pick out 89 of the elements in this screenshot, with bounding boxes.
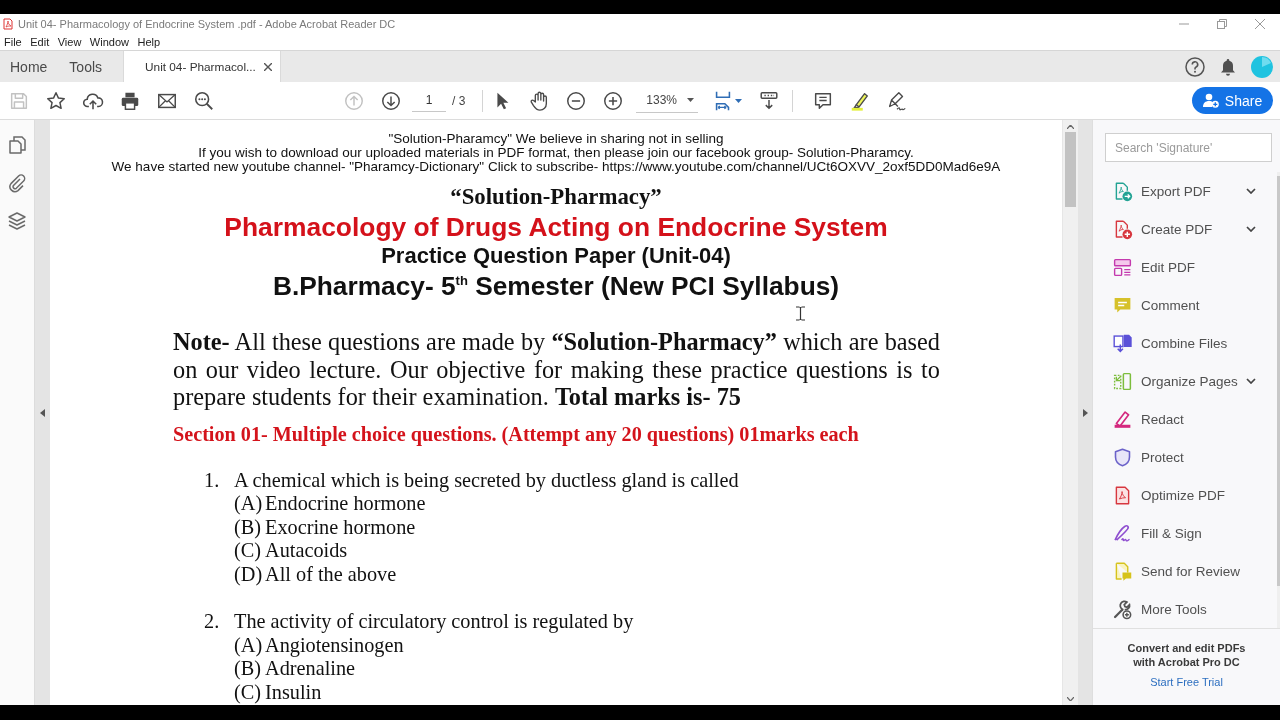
note-paragraph: Note- All these questions are made by “Solution-Pharmacy” which are based on our video lecture. Our objective for making these practice questions is to prepare students for their examination. Total marks is- 75: [173, 328, 940, 411]
option-letter: (B): [234, 657, 263, 681]
option-text: Adrenaline: [265, 657, 356, 681]
scroll-down-icon[interactable]: [1067, 697, 1074, 701]
search-icon[interactable]: [192, 89, 215, 112]
pdf-file-icon: [3, 18, 13, 30]
option-text: Exocrine hormone: [265, 515, 416, 539]
bell-icon[interactable]: [1219, 56, 1237, 77]
question-number: 1.: [204, 468, 221, 492]
chevron-down-icon[interactable]: [1245, 378, 1256, 384]
text-cursor-icon: [795, 306, 806, 321]
star-icon[interactable]: [44, 89, 67, 112]
arrow-down-circle-icon[interactable]: [379, 89, 402, 112]
menu-item[interactable]: Help: [137, 36, 161, 48]
option-letter: (A): [234, 492, 264, 516]
tool-item[interactable]: Comment: [1093, 286, 1277, 324]
collapse-left-icon[interactable]: [40, 408, 45, 417]
caret-icon[interactable]: [735, 98, 743, 103]
wrench-plus-icon: [1112, 598, 1133, 620]
restore-icon[interactable]: [1217, 19, 1227, 29]
scroll-mode-icon[interactable]: [757, 89, 780, 112]
shield-icon: [1112, 446, 1133, 468]
tool-item[interactable]: Optimize PDF: [1093, 476, 1277, 514]
tab[interactable]: Home: [0, 51, 60, 82]
tab[interactable]: Tools: [59, 51, 115, 82]
menu-item[interactable]: File: [4, 36, 22, 48]
notice-line: We have started new youtube channel- "Pharamcy-Dictionary" Click to subscribe- https://www.youtube.com/channel/UCt6OXVV_2oxf5DD0Mad6e9A: [111, 160, 1001, 174]
option-letter: (D): [234, 562, 264, 586]
layers-icon[interactable]: [7, 211, 27, 231]
zoom-in-icon[interactable]: [601, 89, 624, 112]
window-title: Unit 04- Pharmacology of Endocrine System .pdf - Adobe Acrobat Reader DC: [18, 18, 396, 30]
promo-text: Convert and edit PDFs with Acrobat Pro DC: [1126, 641, 1247, 669]
option-text: Autacoids: [265, 539, 348, 563]
question-number: 2.: [204, 610, 221, 634]
option-text: Insulin: [265, 680, 322, 704]
zoom-dropdown[interactable]: 133%: [636, 88, 699, 113]
page-number-field[interactable]: 1: [412, 89, 446, 112]
scrollbar[interactable]: [1062, 120, 1078, 705]
help-icon[interactable]: [1185, 56, 1205, 77]
page-total: / 3: [452, 93, 466, 108]
menu-item[interactable]: View: [57, 36, 82, 48]
tool-item[interactable]: More Tools: [1093, 590, 1277, 628]
option-letter: (C): [234, 680, 263, 704]
scroll-up-icon[interactable]: [1067, 125, 1074, 129]
tool-item[interactable]: Protect: [1093, 438, 1277, 476]
add-person-icon: [1202, 93, 1219, 108]
pages-icon[interactable]: [7, 135, 27, 155]
tool-item[interactable]: Fill & Sign: [1093, 514, 1277, 552]
option-letter: (B): [234, 515, 263, 539]
documents-arrow-icon: [1112, 332, 1133, 354]
caret-icon: [687, 98, 695, 102]
option-letter: (C): [234, 539, 263, 563]
option-text: Endocrine hormone: [265, 492, 426, 516]
tool-item[interactable]: Organize Pages: [1093, 362, 1277, 400]
menu-item[interactable]: Window: [89, 36, 129, 48]
search-field[interactable]: Search 'Signature': [1105, 133, 1272, 162]
document-title: Pharmacology of Drugs Acting on Endocrine System: [224, 212, 888, 242]
expand-right-icon[interactable]: [1082, 408, 1088, 417]
tool-item[interactable]: Combine Files: [1093, 324, 1277, 362]
share-button[interactable]: Share: [1192, 87, 1273, 114]
brand-heading: “Solution-Pharmacy”: [450, 183, 662, 211]
option-text: Angiotensinogen: [265, 633, 404, 657]
scrollbar-thumb[interactable]: [1065, 132, 1076, 207]
pen-signature-icon: [1112, 522, 1133, 544]
layout-icon: [1112, 256, 1133, 278]
tool-item[interactable]: Send for Review: [1093, 552, 1277, 590]
course-heading: B.Pharmacy- 5$^{th}$ Semester (New PCI Syllabus): [272, 271, 840, 301]
chevron-down-icon[interactable]: [1245, 226, 1256, 232]
tool-item[interactable]: Redact: [1093, 400, 1277, 438]
option-text: All of the above: [265, 562, 397, 586]
close-icon[interactable]: [263, 62, 272, 71]
notice-line: "Solution-Pharamcy" We believe in sharing not in selling: [388, 132, 724, 146]
tool-item[interactable]: Edit PDF: [1093, 248, 1277, 286]
menu-item[interactable]: Edit: [30, 36, 50, 48]
tool-item[interactable]: Export PDF: [1093, 172, 1277, 210]
tab[interactable]: Unit 04- Pharmacol...: [123, 51, 281, 82]
option-letter: (A): [234, 633, 264, 657]
tool-item[interactable]: Create PDF: [1093, 210, 1277, 248]
zoom-out-icon[interactable]: [564, 89, 587, 112]
question-text: A chemical which is being secreted by ductless gland is called: [234, 468, 739, 492]
chevron-down-icon[interactable]: [1245, 188, 1256, 194]
marker-icon: [1112, 408, 1133, 430]
pages-arrow-icon: [1112, 370, 1133, 392]
section-heading: Section 01- Multiple choice questions. (Attempt any 20 questions) 01marks each: [173, 422, 860, 445]
question-text: The activity of circulatory control is regulated by: [234, 610, 634, 634]
start-trial-link[interactable]: Start Free Trial: [1150, 676, 1223, 688]
notice-line: If you wish to download our uploaded materials in PDF format, then please join our facebook group- Solution-Pharamcy.: [198, 146, 914, 160]
paperclip-icon[interactable]: [7, 173, 27, 193]
document-subtitle: Practice Question Paper (Unit-04): [381, 242, 731, 270]
